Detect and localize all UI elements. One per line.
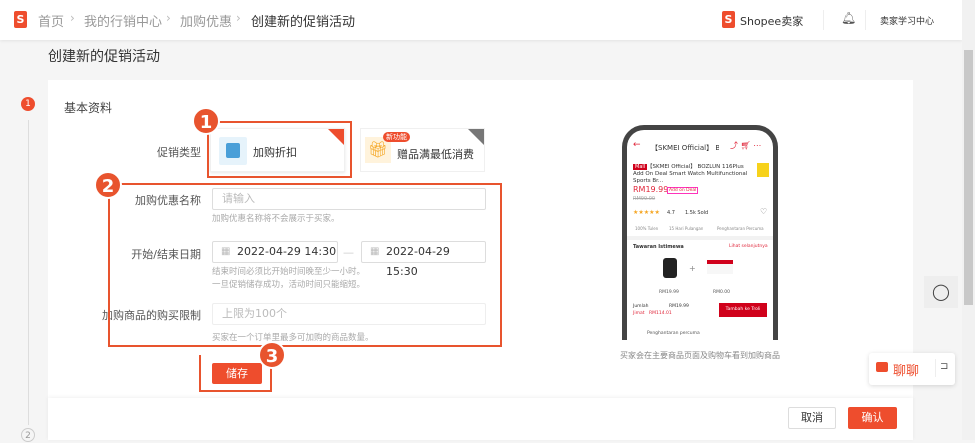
preview-product: 【SKMEI Official】 BOZLUN 116Plus Add On D…: [633, 164, 748, 184]
item-price: RM19.99: [659, 290, 679, 295]
feature: 100% Tulen: [635, 226, 659, 231]
chat-label: 聊聊: [893, 364, 920, 379]
share-cart-icons: ⤴ 🛒︎ ⋯: [730, 141, 762, 150]
promo-type-gift[interactable]: 🎁︎ 赠品满最低消费 新功能: [360, 128, 485, 172]
total: RM19.99: [669, 304, 689, 309]
chat-widget[interactable]: 聊聊 ⊐: [869, 353, 955, 385]
chevron-right-icon: ›: [236, 11, 241, 25]
annotation-badge-2: 2: [94, 171, 122, 199]
save-amount: RM114.01: [649, 311, 672, 316]
chevron-right-icon: ›: [70, 11, 75, 25]
sold: 1.5k Sold: [685, 210, 709, 216]
annotation-badge-3: 3: [258, 341, 286, 369]
section-title: 基本资料: [64, 101, 113, 115]
save-label: Jimat: [633, 311, 645, 316]
breadcrumb-marketing[interactable]: 我的行销中心: [84, 11, 162, 30]
shipping: Penghantaran percuma: [647, 331, 700, 336]
breadcrumb-current: 创建新的促销活动: [251, 15, 356, 30]
bell-icon[interactable]: 🔔︎: [841, 11, 856, 25]
annotation-badge-1: 1: [192, 107, 220, 135]
preview-caption: 买家会在主要商品页面及购物车看到加购商品: [620, 351, 780, 360]
learning-center-link[interactable]: 卖家学习中心: [880, 14, 934, 27]
breadcrumb-home[interactable]: 首页: [38, 11, 64, 30]
footer-bar: [48, 398, 913, 440]
breadcrumb-addon[interactable]: 加购优惠: [180, 11, 232, 30]
heart-icon: ♡: [760, 207, 768, 216]
chevron-right-icon: ›: [166, 11, 171, 25]
rating-stars: ★★★★★: [633, 209, 660, 216]
preview-price: RM19.99: [633, 185, 669, 194]
preview-title: 【SKMEI Official】 B...: [651, 144, 719, 152]
annotation-box-2: [108, 183, 502, 347]
deal-tag: Add on Deal: [667, 187, 699, 194]
rating: 4.7: [667, 210, 675, 216]
page-title: 创建新的促销活动: [48, 49, 160, 65]
annotation-box-1: [207, 121, 352, 178]
headset-icon[interactable]: ◯: [924, 276, 958, 308]
strap-image: [707, 260, 733, 274]
unselected-check-icon: [468, 129, 484, 145]
step-1-indicator: 1: [21, 97, 35, 111]
chat-icon: [876, 362, 888, 372]
promo-type-label: 促销类型: [157, 146, 201, 159]
feature: 15 Hari Pulangan: [669, 226, 704, 231]
confirm-button[interactable]: 确认: [848, 407, 897, 429]
shopee-seller-logo[interactable]: S: [722, 11, 735, 28]
watch-image: [663, 258, 677, 278]
promo-sticker: [757, 163, 769, 177]
shopee-logo[interactable]: S: [14, 11, 27, 28]
scrollbar-thumb[interactable]: [964, 50, 973, 305]
total-label: Jumlah: [633, 304, 649, 309]
offers-title: Tawaran Istimewa: [633, 244, 684, 250]
brand-label[interactable]: Shopee卖家: [740, 13, 803, 29]
see-more: Lihat selanjutnya: [729, 244, 768, 249]
expand-icon[interactable]: ⊐: [940, 361, 948, 372]
feature: Penghantaran Percuma: [717, 226, 764, 231]
add-to-cart: Tambah ke Troli: [719, 303, 767, 317]
phone-preview: ← 【SKMEI Official】 B... ⤴ 🛒︎ ⋯ Mall 【SKM…: [622, 125, 778, 340]
item-price: RM0.00: [713, 290, 731, 295]
cancel-button[interactable]: 取消: [788, 407, 836, 429]
old-price: RM99.00: [633, 196, 656, 202]
option-label: 赠品满最低消费: [397, 148, 474, 161]
back-arrow-icon: ←: [633, 140, 641, 150]
top-header: S 首页 › 我的行销中心 › 加购优惠 › 创建新的促销活动 S Shopee…: [0, 0, 962, 40]
new-badge: 新功能: [383, 132, 410, 142]
